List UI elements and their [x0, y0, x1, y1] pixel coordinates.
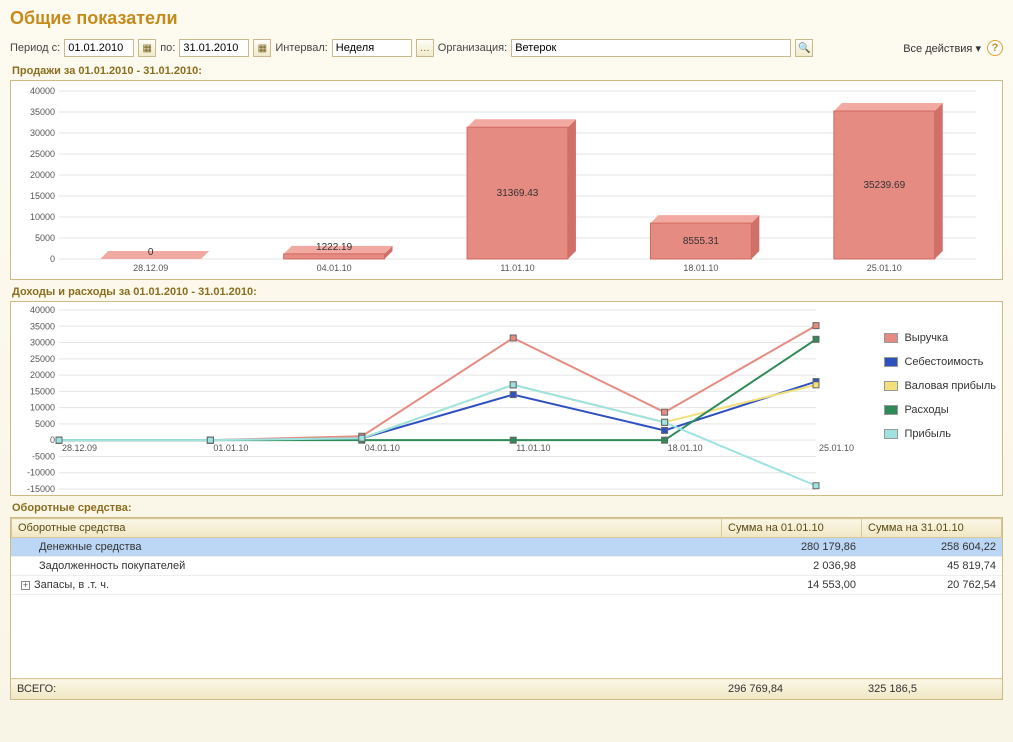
svg-text:-5000: -5000: [32, 451, 55, 461]
row-value: 14 553,00: [722, 576, 862, 595]
legend-label: Выручка: [904, 332, 948, 344]
legend-label: Прибыль: [904, 428, 951, 440]
svg-text:10000: 10000: [30, 403, 55, 413]
legend-swatch: [884, 429, 898, 439]
svg-text:40000: 40000: [30, 305, 55, 315]
calendar-icon[interactable]: ▦: [138, 39, 156, 57]
incexp-chart-title: Доходы и расходы за 01.01.2010 - 31.01.2…: [12, 286, 1003, 298]
svg-text:35000: 35000: [30, 321, 55, 331]
legend-label: Валовая прибыль: [904, 380, 996, 392]
assets-table: Оборотные средства Сумма на 01.01.10 Сум…: [10, 517, 1003, 700]
svg-text:25.01.10: 25.01.10: [867, 263, 902, 273]
org-input[interactable]: [511, 39, 791, 57]
svg-text:5000: 5000: [35, 419, 55, 429]
row-value: 2 036,98: [722, 557, 862, 576]
period-to-input[interactable]: [179, 39, 249, 57]
svg-text:25000: 25000: [30, 149, 55, 159]
svg-text:-10000: -10000: [27, 468, 55, 478]
svg-text:-15000: -15000: [27, 484, 55, 494]
table-footer-label: ВСЕГО:: [11, 679, 722, 700]
legend-item: Расходы: [884, 404, 996, 416]
table-row[interactable]: + Запасы, в .т. ч. 14 553,0020 762,54: [11, 576, 1002, 595]
legend-swatch: [884, 333, 898, 343]
svg-text:5000: 5000: [35, 233, 55, 243]
svg-text:0: 0: [148, 247, 154, 258]
period-from-label: Период с:: [10, 42, 60, 54]
row-name: Задолженность покупателей: [39, 560, 185, 572]
svg-text:30000: 30000: [30, 338, 55, 348]
svg-text:8555.31: 8555.31: [683, 236, 720, 247]
period-from-input[interactable]: [64, 39, 134, 57]
svg-text:28.12.09: 28.12.09: [62, 443, 97, 453]
interval-picker-icon[interactable]: …: [416, 39, 434, 57]
svg-text:1222.19: 1222.19: [316, 242, 353, 253]
svg-text:15000: 15000: [30, 191, 55, 201]
calendar-icon[interactable]: ▦: [253, 39, 271, 57]
row-value: 20 762,54: [862, 576, 1002, 595]
svg-text:0: 0: [50, 435, 55, 445]
toolbar: Период с: ▦ по: ▦ Интервал: … Организаци…: [10, 39, 1003, 57]
svg-text:04.01.10: 04.01.10: [317, 263, 352, 273]
table-header[interactable]: Сумма на 01.01.10: [722, 519, 862, 538]
legend-label: Себестоимость: [904, 356, 983, 368]
page-title: Общие показатели: [10, 8, 1003, 29]
chevron-down-icon: ▾: [975, 43, 981, 55]
svg-text:18.01.10: 18.01.10: [683, 263, 718, 273]
period-to-label: по:: [160, 42, 175, 54]
svg-text:30000: 30000: [30, 128, 55, 138]
row-name: Запасы, в .т. ч.: [34, 579, 109, 591]
row-name: Денежные средства: [39, 541, 141, 553]
legend-item: Прибыль: [884, 428, 996, 440]
table-footer-value: 296 769,84: [722, 679, 862, 700]
legend-item: Себестоимость: [884, 356, 996, 368]
all-actions-menu[interactable]: Все действия ▾: [903, 42, 981, 55]
svg-text:0: 0: [50, 254, 55, 264]
org-label: Организация:: [438, 42, 507, 54]
svg-text:11.01.10: 11.01.10: [516, 443, 550, 453]
svg-text:28.12.09: 28.12.09: [133, 263, 168, 273]
row-value: 258 604,22: [862, 538, 1002, 557]
legend-label: Расходы: [904, 404, 948, 416]
svg-text:40000: 40000: [30, 86, 55, 96]
all-actions-label: Все действия: [903, 43, 972, 55]
row-value: 280 179,86: [722, 538, 862, 557]
legend-item: Выручка: [884, 332, 996, 344]
legend-swatch: [884, 357, 898, 367]
legend-swatch: [884, 405, 898, 415]
svg-text:18.01.10: 18.01.10: [668, 443, 703, 453]
svg-text:35000: 35000: [30, 107, 55, 117]
svg-text:31369.43: 31369.43: [497, 188, 539, 199]
svg-text:04.01.10: 04.01.10: [365, 443, 400, 453]
svg-text:25.01.10: 25.01.10: [819, 443, 854, 453]
table-header[interactable]: Оборотные средства: [12, 519, 722, 538]
search-icon[interactable]: 🔍: [795, 39, 813, 57]
svg-text:01.01.10: 01.01.10: [213, 443, 248, 453]
svg-text:15000: 15000: [30, 386, 55, 396]
interval-label: Интервал:: [275, 42, 327, 54]
sales-bar-chart: 0 5000 10000 15000 20000 25000 30000 35000 40000…: [10, 80, 1003, 280]
table-footer-value: 325 186,5: [862, 679, 1002, 700]
assets-table-title: Оборотные средства:: [12, 502, 1003, 514]
interval-input[interactable]: [332, 39, 412, 57]
legend-swatch: [884, 381, 898, 391]
help-icon[interactable]: ?: [987, 40, 1003, 56]
sales-chart-title: Продажи за 01.01.2010 - 31.01.2010:: [12, 65, 1003, 77]
table-row[interactable]: Денежные средства 280 179,86258 604,22: [11, 538, 1002, 557]
svg-text:10000: 10000: [30, 212, 55, 222]
svg-text:20000: 20000: [30, 370, 55, 380]
expand-icon[interactable]: +: [21, 581, 30, 590]
income-expense-line-chart: -15000 -10000 -5000 0 5000 10000 15000 20000 250…: [10, 301, 1003, 496]
table-header[interactable]: Сумма на 31.01.10: [862, 519, 1002, 538]
table-row[interactable]: Задолженность покупателей 2 036,9845 819,…: [11, 557, 1002, 576]
svg-text:20000: 20000: [30, 170, 55, 180]
svg-text:25000: 25000: [30, 354, 55, 364]
legend-item: Валовая прибыль: [884, 380, 996, 392]
svg-text:35239.69: 35239.69: [863, 180, 905, 191]
row-value: 45 819,74: [862, 557, 1002, 576]
svg-text:11.01.10: 11.01.10: [500, 263, 534, 273]
chart-legend: Выручка Себестоимость Валовая прибыль Расхо…: [884, 320, 996, 452]
